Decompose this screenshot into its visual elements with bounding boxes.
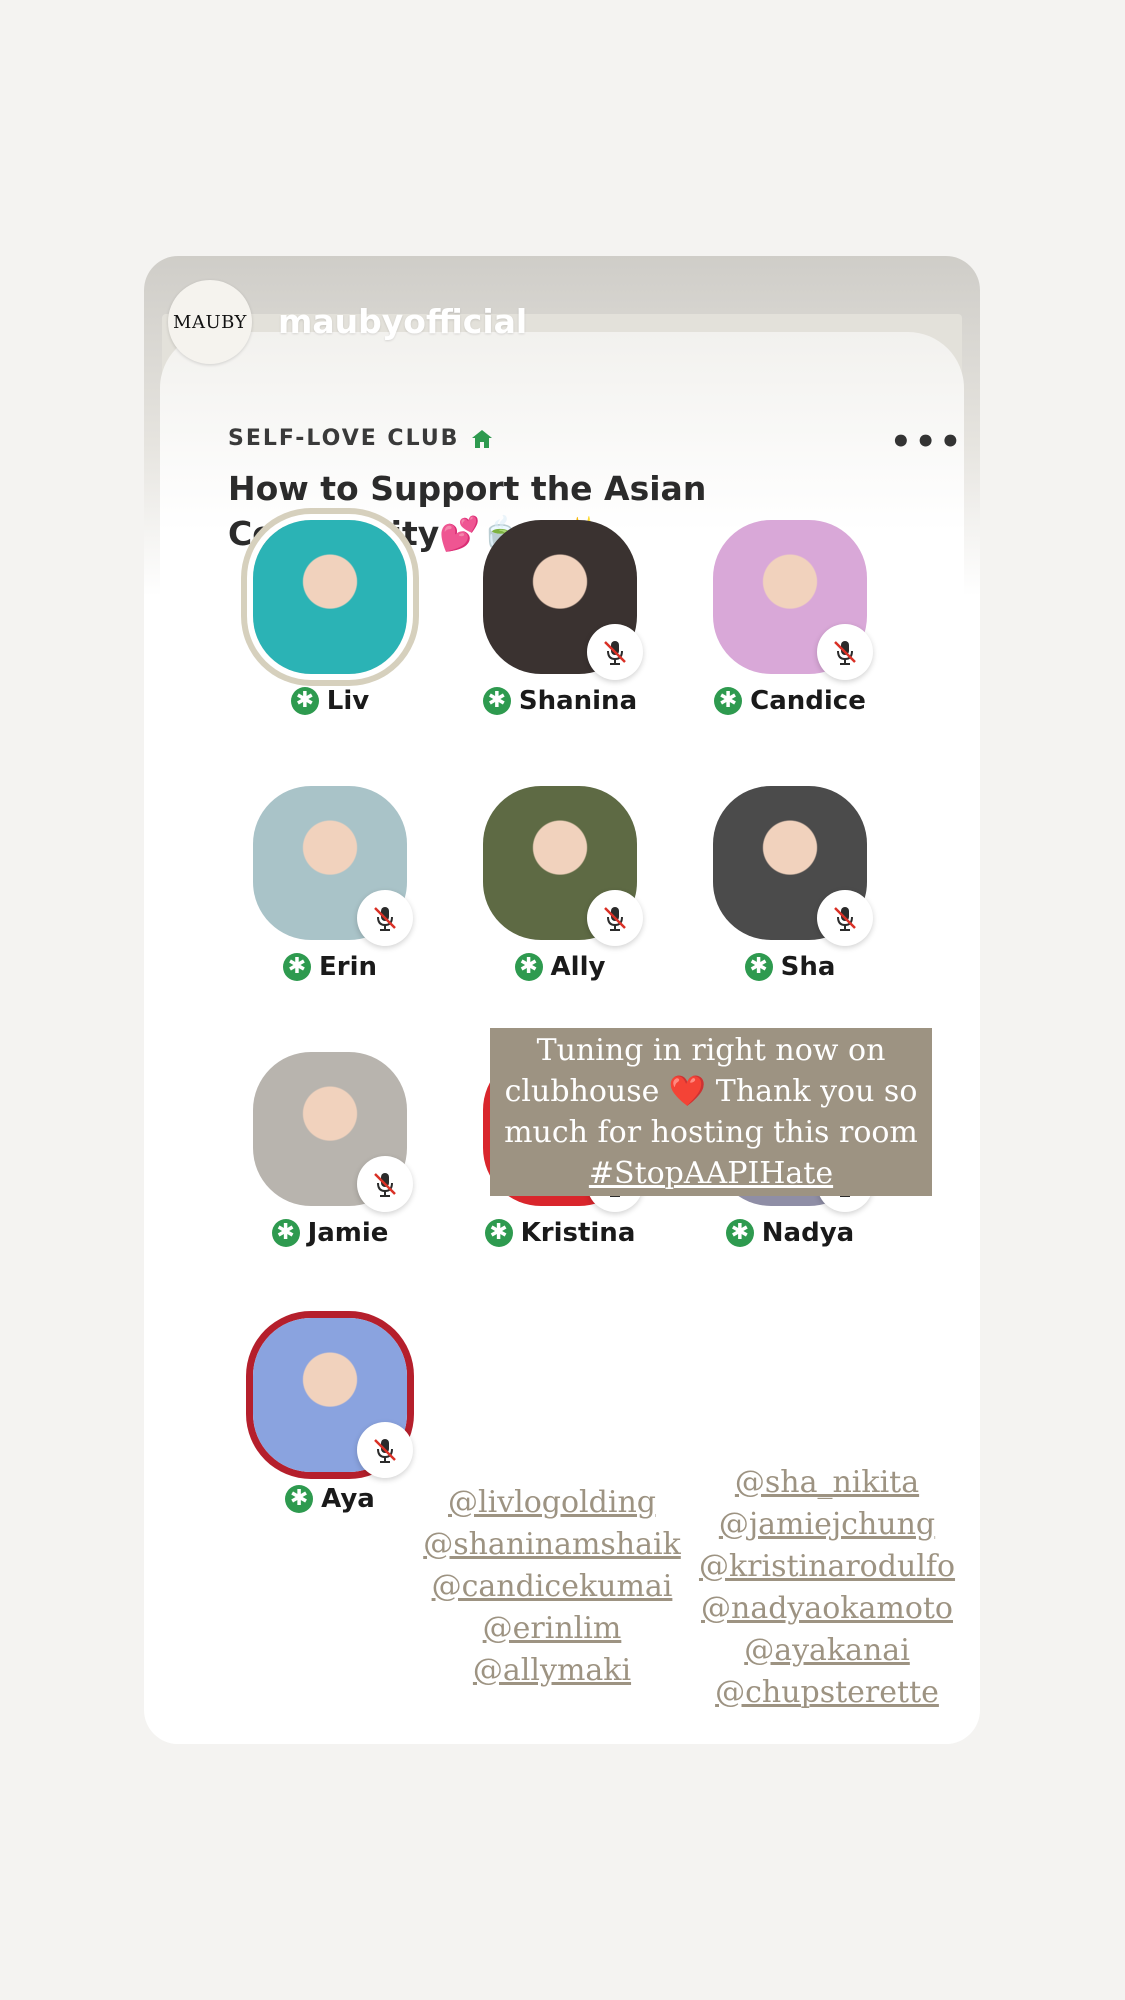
caption-line: Tuning in right now on [536,1033,886,1068]
muted-mic-icon [817,890,873,946]
mention-link[interactable]: @candicekumai [420,1566,684,1608]
club-label[interactable]: SELF-LOVE CLUB [228,426,493,451]
muted-mic-icon [587,890,643,946]
club-name: SELF-LOVE CLUB [228,426,460,451]
mention-link[interactable]: @nadyaokamoto [696,1588,958,1630]
mention-link[interactable]: @erinlim [420,1608,684,1650]
speaker-name-row: ✱ Shanina [438,686,682,716]
mention-link[interactable]: @kristinarodulfo [696,1546,958,1588]
moderator-badge-icon: ✱ [744,953,773,981]
speaker-name: Aya [321,1484,375,1514]
speaker-name: Jamie [307,1218,389,1248]
house-icon [472,429,493,448]
speaker-name: Shanina [518,686,638,716]
muted-mic-icon [357,1422,413,1478]
moderator-badge-icon: ✱ [285,1485,314,1513]
mention-link[interactable]: @jamiejchung [696,1504,958,1546]
speaker-name: Kristina [520,1218,636,1248]
mention-link[interactable]: @chupsterette [696,1672,958,1714]
speaker-name-row: ✱ Jamie [208,1218,452,1248]
speaker-name-row: ✱ Kristina [438,1218,682,1248]
speaker-name: Candice [750,686,866,716]
moderator-badge-icon: ✱ [714,687,743,715]
mention-link[interactable]: @ayakanai [696,1630,958,1672]
moderator-badge-icon: ✱ [271,1219,300,1247]
speaker-liv[interactable]: ✱ Liv [208,520,418,750]
speaker-name-row: ✱ Ally [438,952,682,982]
speaker-name: Liv [326,686,370,716]
speaker-name: Nadya [761,1218,855,1248]
moderator-badge-icon: ✱ [484,1219,513,1247]
caption-line: clubhouse ❤️ Thank you so [504,1074,918,1109]
speaker-name-row: ✱ Erin [208,952,452,982]
username[interactable]: maubyofficial [278,302,527,341]
mention-link[interactable]: @shaninamshaik [420,1524,684,1566]
mention-link[interactable]: @allymaki [420,1650,684,1692]
speaker-candice[interactable]: ✱ Candice [668,520,878,750]
speaker-jamie[interactable]: ✱ Jamie [208,1052,418,1282]
brand-logo[interactable]: MAUBY [168,280,252,364]
hashtag-link[interactable]: #StopAAPIHate [490,1153,932,1194]
moderator-badge-icon: ✱ [725,1219,754,1247]
muted-mic-icon [357,890,413,946]
speaker-name-row: ✱ Sha [668,952,912,982]
mention-link[interactable]: @livlogolding [420,1482,684,1524]
mentions-left: @livlogolding @shaninamshaik @candicekum… [420,1482,684,1692]
speaker-name: Sha [780,952,836,982]
moderator-badge-icon: ✱ [482,687,511,715]
caption-line: much for hosting this room [504,1115,918,1150]
mentions-right: @sha_nikita @jamiejchung @kristinarodulf… [696,1462,958,1714]
avatar [253,520,407,674]
story-caption: Tuning in right now on clubhouse ❤️ Than… [490,1028,932,1196]
speaker-erin[interactable]: ✱ Erin [208,786,418,1016]
muted-mic-icon [587,624,643,680]
muted-mic-icon [357,1156,413,1212]
mention-link[interactable]: @sha_nikita [696,1462,958,1504]
speaker-name: Erin [318,952,377,982]
moderator-badge-icon: ✱ [514,953,543,981]
speaker-shanina[interactable]: ✱ Shanina [438,520,648,750]
muted-mic-icon [817,624,873,680]
moderator-badge-icon: ✱ [282,953,311,981]
speaker-name-row: ✱ Candice [668,686,912,716]
moderator-badge-icon: ✱ [290,687,319,715]
speaker-name-row: ✱ Nadya [668,1218,912,1248]
speaker-sha[interactable]: ✱ Sha [668,786,878,1016]
speaker-ally[interactable]: ✱ Ally [438,786,648,1016]
speaker-aya[interactable]: ✱ Aya [208,1318,418,1548]
speaker-name-row: ✱ Liv [208,686,452,716]
speaker-name-row: ✱ Aya [208,1484,452,1514]
speaker-name: Ally [550,952,606,982]
more-options-icon[interactable]: ••• [890,422,964,462]
